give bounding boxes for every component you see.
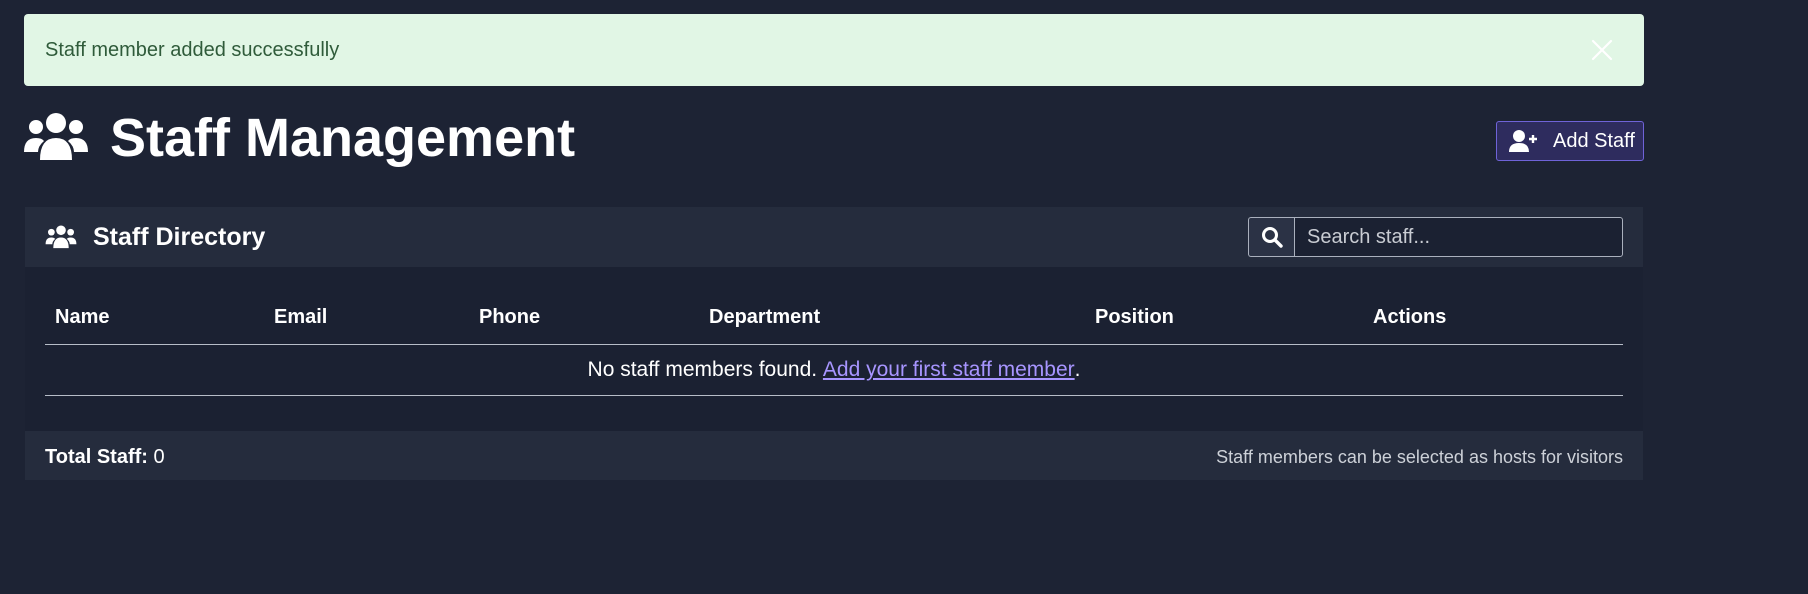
alert-message: Staff member added successfully (45, 38, 340, 61)
column-department: Department (709, 306, 821, 328)
empty-row: No staff members found. Add your first s… (45, 345, 1623, 396)
search-group (1248, 217, 1623, 257)
search-icon (1261, 227, 1283, 248)
column-actions: Actions (1373, 306, 1447, 328)
users-icon (45, 225, 77, 249)
total-staff: Total Staff: 0 (45, 445, 165, 469)
user-plus-icon (1509, 130, 1537, 152)
total-label: Total Staff: (45, 446, 148, 468)
close-icon[interactable] (1590, 38, 1614, 62)
add-first-staff-link[interactable]: Add your first staff member (823, 358, 1075, 382)
column-position: Position (1095, 306, 1174, 328)
page-title: Staff Management (110, 108, 576, 168)
column-name: Name (55, 306, 110, 328)
staff-directory-card: Staff Directory Name Email Phone Departm… (25, 207, 1643, 480)
column-phone: Phone (479, 306, 541, 328)
search-button[interactable] (1248, 217, 1294, 257)
add-staff-label: Add Staff (1553, 129, 1635, 152)
card-footer: Total Staff: 0 Staff members can be sele… (25, 431, 1643, 480)
add-staff-button[interactable]: Add Staff (1496, 121, 1644, 161)
column-email: Email (274, 306, 328, 328)
card-title: Staff Directory (93, 223, 266, 251)
empty-suffix: . (1074, 358, 1081, 381)
staff-table: Name Email Phone Department Position Act… (45, 291, 1623, 396)
success-alert: Staff member added successfully (24, 14, 1644, 86)
total-value: 0 (147, 446, 165, 468)
table-header: Name Email Phone Department Position Act… (45, 291, 1623, 345)
search-input[interactable] (1294, 217, 1623, 257)
users-icon (24, 113, 88, 160)
footer-note: Staff members can be selected as hosts f… (1216, 447, 1623, 467)
card-header: Staff Directory (25, 207, 1643, 267)
empty-text: No staff members found. (587, 358, 823, 381)
